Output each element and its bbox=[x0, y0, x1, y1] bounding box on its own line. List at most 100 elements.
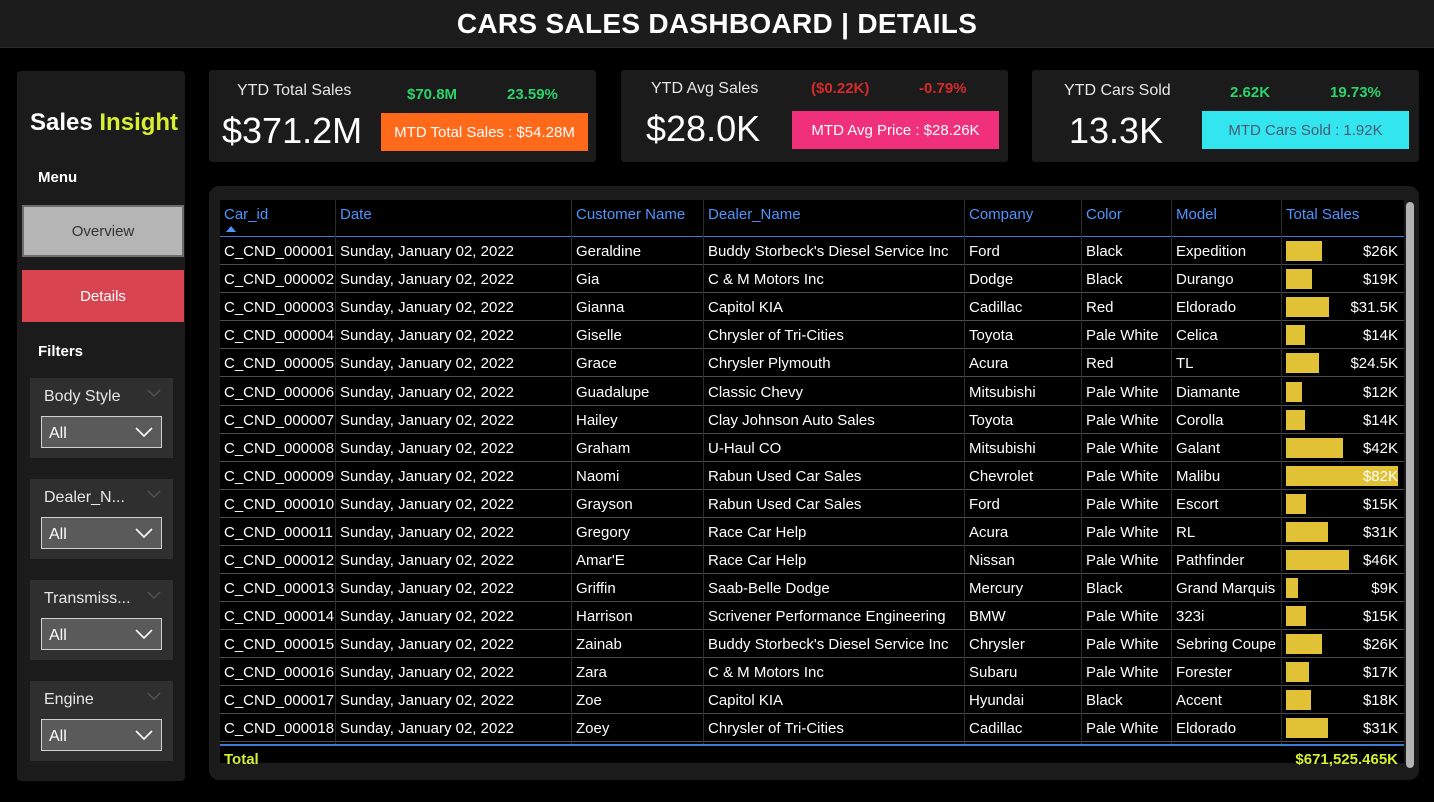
col-color-cell: Pale White bbox=[1086, 468, 1159, 485]
table-row[interactable]: C_CND_000011 Sunday, January 02, 2022 Greg… bbox=[220, 518, 1404, 546]
table-row[interactable]: C_CND_000001 Sunday, January 02, 2022 Gera… bbox=[220, 237, 1404, 265]
column-divider bbox=[571, 200, 572, 744]
kpi-delta-value: $70.8M bbox=[407, 86, 458, 103]
table-row[interactable]: C_CND_000004 Sunday, January 02, 2022 Gise… bbox=[220, 321, 1404, 349]
col-color-cell: Pale White bbox=[1086, 440, 1159, 457]
sales-databar bbox=[1286, 410, 1305, 430]
table-row[interactable]: C_CND_000017 Sunday, January 02, 2022 Zoe C… bbox=[220, 686, 1404, 714]
col-total-sales-cell: $15K bbox=[1362, 608, 1398, 625]
sales-databar bbox=[1286, 438, 1343, 458]
col-car-id-cell: C_CND_000012 bbox=[224, 552, 335, 569]
col-total-sales-cell: $17K bbox=[1362, 664, 1398, 681]
col-car-id-cell: C_CND_000017 bbox=[224, 692, 335, 709]
col-date-cell: Sunday, January 02, 2022 bbox=[340, 692, 515, 709]
col-date-header[interactable]: Date bbox=[340, 206, 372, 223]
col-total-sales-cell: $82K bbox=[1362, 468, 1398, 485]
menu-label: Menu bbox=[38, 169, 78, 186]
table-row[interactable]: C_CND_000018 Sunday, January 02, 2022 Zoey… bbox=[220, 714, 1404, 742]
col-car-id-cell: C_CND_000001 bbox=[224, 243, 335, 260]
col-total-sales-cell: $19K bbox=[1362, 271, 1398, 288]
col-model-cell: Galant bbox=[1176, 440, 1221, 457]
table-row[interactable]: C_CND_000007 Sunday, January 02, 2022 Hail… bbox=[220, 406, 1404, 434]
col-dealer-name-cell: Race Car Help bbox=[708, 552, 807, 569]
col-car-id-header[interactable]: Car_id bbox=[224, 206, 268, 223]
col-company-cell: Mercury bbox=[969, 580, 1024, 597]
col-customer-name-header[interactable]: Customer Name bbox=[576, 206, 685, 223]
col-company-header[interactable]: Company bbox=[969, 206, 1033, 223]
column-divider bbox=[335, 200, 336, 744]
col-company-cell: Nissan bbox=[969, 552, 1015, 569]
col-car-id-cell: C_CND_000010 bbox=[224, 496, 335, 513]
col-customer-name-cell: Harrison bbox=[576, 608, 633, 625]
col-customer-name-cell: Gianna bbox=[576, 299, 625, 316]
col-car-id-cell: C_CND_000005 bbox=[224, 355, 335, 372]
table-row[interactable]: C_CND_000008 Sunday, January 02, 2022 Grah… bbox=[220, 434, 1404, 462]
kpi-card-2: YTD Cars Sold 13.3K 2.62K 19.73% MTD Cars So… bbox=[1032, 70, 1419, 162]
kpi-title: YTD Cars Sold bbox=[1064, 82, 1171, 99]
table-row[interactable]: C_CND_000015 Sunday, January 02, 2022 Zain… bbox=[220, 630, 1404, 658]
collapse-chevron-icon[interactable] bbox=[147, 689, 161, 703]
table-row[interactable]: C_CND_000010 Sunday, January 02, 2022 Gray… bbox=[220, 490, 1404, 518]
slicer-dropdown[interactable]: All bbox=[41, 416, 162, 448]
dropdown-chevron bbox=[135, 425, 153, 439]
col-color-cell: Black bbox=[1086, 692, 1123, 709]
col-total-sales-cell: $18K bbox=[1362, 692, 1398, 709]
details-table: Car_id Date Customer Name Dealer_Name Compan… bbox=[220, 200, 1404, 768]
col-dealer-name-cell: Race Car Help bbox=[708, 524, 807, 541]
col-color-header[interactable]: Color bbox=[1086, 206, 1122, 223]
col-total-sales-header[interactable]: Total Sales bbox=[1286, 206, 1359, 223]
table-row[interactable]: C_CND_000005 Sunday, January 02, 2022 Grac… bbox=[220, 349, 1404, 377]
col-total-sales-cell: $9K bbox=[1371, 580, 1398, 597]
col-dealer-name-header[interactable]: Dealer_Name bbox=[708, 206, 801, 223]
column-divider bbox=[1171, 200, 1172, 744]
col-customer-name-cell: Guadalupe bbox=[576, 384, 650, 401]
table-row[interactable]: C_CND_000014 Sunday, January 02, 2022 Harr… bbox=[220, 602, 1404, 630]
table-row[interactable]: C_CND_000003 Sunday, January 02, 2022 Gian… bbox=[220, 293, 1404, 321]
mtd-badge: MTD Cars Sold : 1.92K bbox=[1202, 111, 1409, 149]
col-date-cell: Sunday, January 02, 2022 bbox=[340, 412, 515, 429]
col-model-header[interactable]: Model bbox=[1176, 206, 1217, 223]
collapse-chevron-icon[interactable] bbox=[147, 588, 161, 602]
col-date-cell: Sunday, January 02, 2022 bbox=[340, 243, 515, 260]
col-date-cell: Sunday, January 02, 2022 bbox=[340, 664, 515, 681]
col-model-cell: Corolla bbox=[1176, 412, 1224, 429]
col-color-cell: Pale White bbox=[1086, 412, 1159, 429]
collapse-chevron-icon[interactable] bbox=[147, 386, 161, 400]
kpi-title: YTD Avg Sales bbox=[651, 80, 759, 97]
table-row[interactable]: C_CND_000006 Sunday, January 02, 2022 Guad… bbox=[220, 378, 1404, 406]
table-row[interactable]: C_CND_000013 Sunday, January 02, 2022 Grif… bbox=[220, 574, 1404, 602]
slicer-2: Transmiss... All bbox=[30, 580, 173, 660]
col-model-cell: Celica bbox=[1176, 327, 1218, 344]
overview-button[interactable]: Overview bbox=[22, 205, 184, 257]
col-company-cell: Mitsubishi bbox=[969, 384, 1036, 401]
slicer-dropdown[interactable]: All bbox=[41, 719, 162, 751]
brand-word-insight: Insight bbox=[99, 109, 179, 136]
table-row[interactable]: C_CND_000012 Sunday, January 02, 2022 Amar… bbox=[220, 546, 1404, 574]
col-car-id-cell: C_CND_000003 bbox=[224, 299, 335, 316]
col-model-cell: 323i bbox=[1176, 608, 1205, 625]
scrollbar-thumb[interactable] bbox=[1406, 202, 1414, 768]
slicer-dropdown[interactable]: All bbox=[41, 618, 162, 650]
table-row[interactable]: C_CND_000009 Sunday, January 02, 2022 Naom… bbox=[220, 462, 1404, 490]
table-row[interactable]: C_CND_000002 Sunday, January 02, 2022 Gia C… bbox=[220, 265, 1404, 293]
total-label: Total bbox=[224, 751, 259, 768]
chevron-down-icon bbox=[147, 591, 161, 599]
sales-databar bbox=[1286, 269, 1312, 289]
col-dealer-name-cell: Chrysler of Tri-Cities bbox=[708, 720, 844, 737]
col-dealer-name-cell: Chrysler of Tri-Cities bbox=[708, 327, 844, 344]
chevron-down-icon bbox=[147, 490, 161, 498]
col-car-id-cell: C_CND_000011 bbox=[224, 524, 333, 541]
col-date-cell: Sunday, January 02, 2022 bbox=[340, 440, 515, 457]
slicer-dropdown[interactable]: All bbox=[41, 517, 162, 549]
details-button[interactable]: Details bbox=[22, 270, 184, 322]
kpi-delta-value: ($0.22K) bbox=[811, 80, 870, 97]
slicer-value: All bbox=[49, 526, 67, 543]
slicer-value: All bbox=[49, 425, 67, 442]
table-scrollbar[interactable] bbox=[1406, 200, 1414, 774]
col-car-id-cell: C_CND_000008 bbox=[224, 440, 335, 457]
col-date-cell: Sunday, January 02, 2022 bbox=[340, 608, 515, 625]
col-color-cell: Pale White bbox=[1086, 552, 1159, 569]
collapse-chevron-icon[interactable] bbox=[147, 487, 161, 501]
sales-databar bbox=[1286, 522, 1328, 542]
table-row[interactable]: C_CND_000016 Sunday, January 02, 2022 Zara… bbox=[220, 658, 1404, 686]
